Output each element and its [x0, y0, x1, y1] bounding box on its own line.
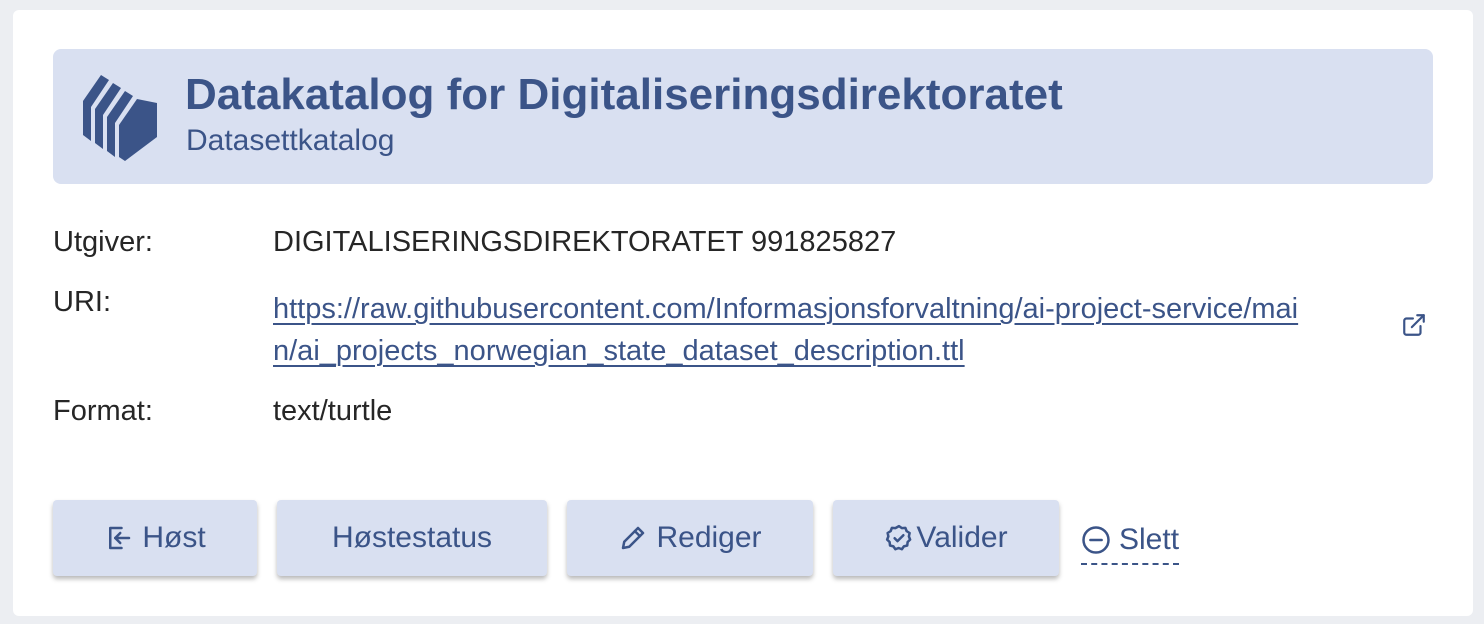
catalog-title: Datakatalog for Digitaliseringsdirektora…	[185, 70, 1063, 119]
harvest-status-label: Høstestatus	[331, 521, 493, 554]
harvest-status-button[interactable]: Høstestatus	[277, 500, 547, 576]
external-link-icon[interactable]	[1401, 312, 1427, 338]
delete-button[interactable]: Slett	[1081, 520, 1180, 565]
format-value: text/turtle	[273, 395, 393, 427]
import-icon	[104, 523, 134, 553]
catalog-header: Datakatalog for Digitaliseringsdirektora…	[53, 49, 1433, 184]
pencil-icon	[618, 523, 648, 553]
publisher-label: Utgiver:	[53, 226, 153, 258]
catalog-subtitle: Datasettkatalog	[186, 124, 395, 157]
catalog-card: Datakatalog for Digitaliseringsdirektora…	[13, 10, 1473, 616]
harvest-label: Høst	[142, 521, 206, 554]
format-label: Format:	[53, 395, 153, 427]
edit-label: Rediger	[656, 521, 762, 554]
uri-label: URI:	[53, 286, 111, 318]
harvest-button[interactable]: Høst	[53, 500, 257, 576]
delete-label: Slett	[1119, 523, 1180, 556]
uri-link[interactable]: https://raw.githubusercontent.com/Inform…	[273, 288, 1303, 372]
validate-button[interactable]: Valider	[833, 500, 1059, 576]
minus-circle-icon	[1081, 525, 1111, 555]
validate-label: Valider	[916, 521, 1008, 554]
edit-button[interactable]: Rediger	[567, 500, 813, 576]
verified-check-icon	[884, 523, 914, 553]
catalog-stack-icon	[83, 75, 157, 161]
publisher-value: DIGITALISERINGSDIREKTORATET 991825827	[273, 226, 897, 258]
